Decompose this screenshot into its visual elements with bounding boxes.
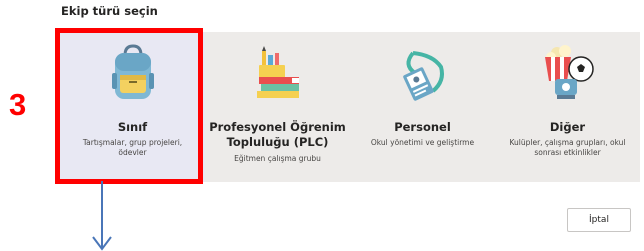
team-type-card-other[interactable]: Diğer Kulüpler, çalışma grupları, okul s… [495,32,640,182]
step-number-label: 3 [9,87,27,122]
popcorn-soccer-icon [495,38,640,108]
card-description: Eğitmen çalışma grubu [234,154,321,163]
dialog-heading: Ekip türü seçin [61,4,158,18]
card-title: Sınıf [117,120,148,134]
books-pencils-icon [205,38,350,108]
backpack-icon [60,38,205,108]
team-type-card-staff[interactable]: Personel Okul yönetimi ve geliştirme [350,32,495,182]
card-title: Profesyonel Öğrenim Topluluğu (PLC) [209,120,346,149]
card-title: Personel [394,120,451,134]
card-title: Diğer [549,120,586,134]
card-description: Kulüpler, çalışma grupları, okul sonrası… [509,138,626,157]
card-description: Tartışmalar, grup projeleri, ödevler [82,138,183,157]
cancel-button[interactable]: İptal [567,208,631,232]
arrow-down-icon [92,181,112,251]
badge-lanyard-icon [350,38,495,108]
card-description: Okul yönetimi ve geliştirme [370,138,475,147]
team-type-card-class[interactable]: Sınıf Tartışmalar, grup projeleri, ödevl… [60,32,205,182]
team-type-card-plc[interactable]: Profesyonel Öğrenim Topluluğu (PLC) Eğit… [205,32,350,182]
